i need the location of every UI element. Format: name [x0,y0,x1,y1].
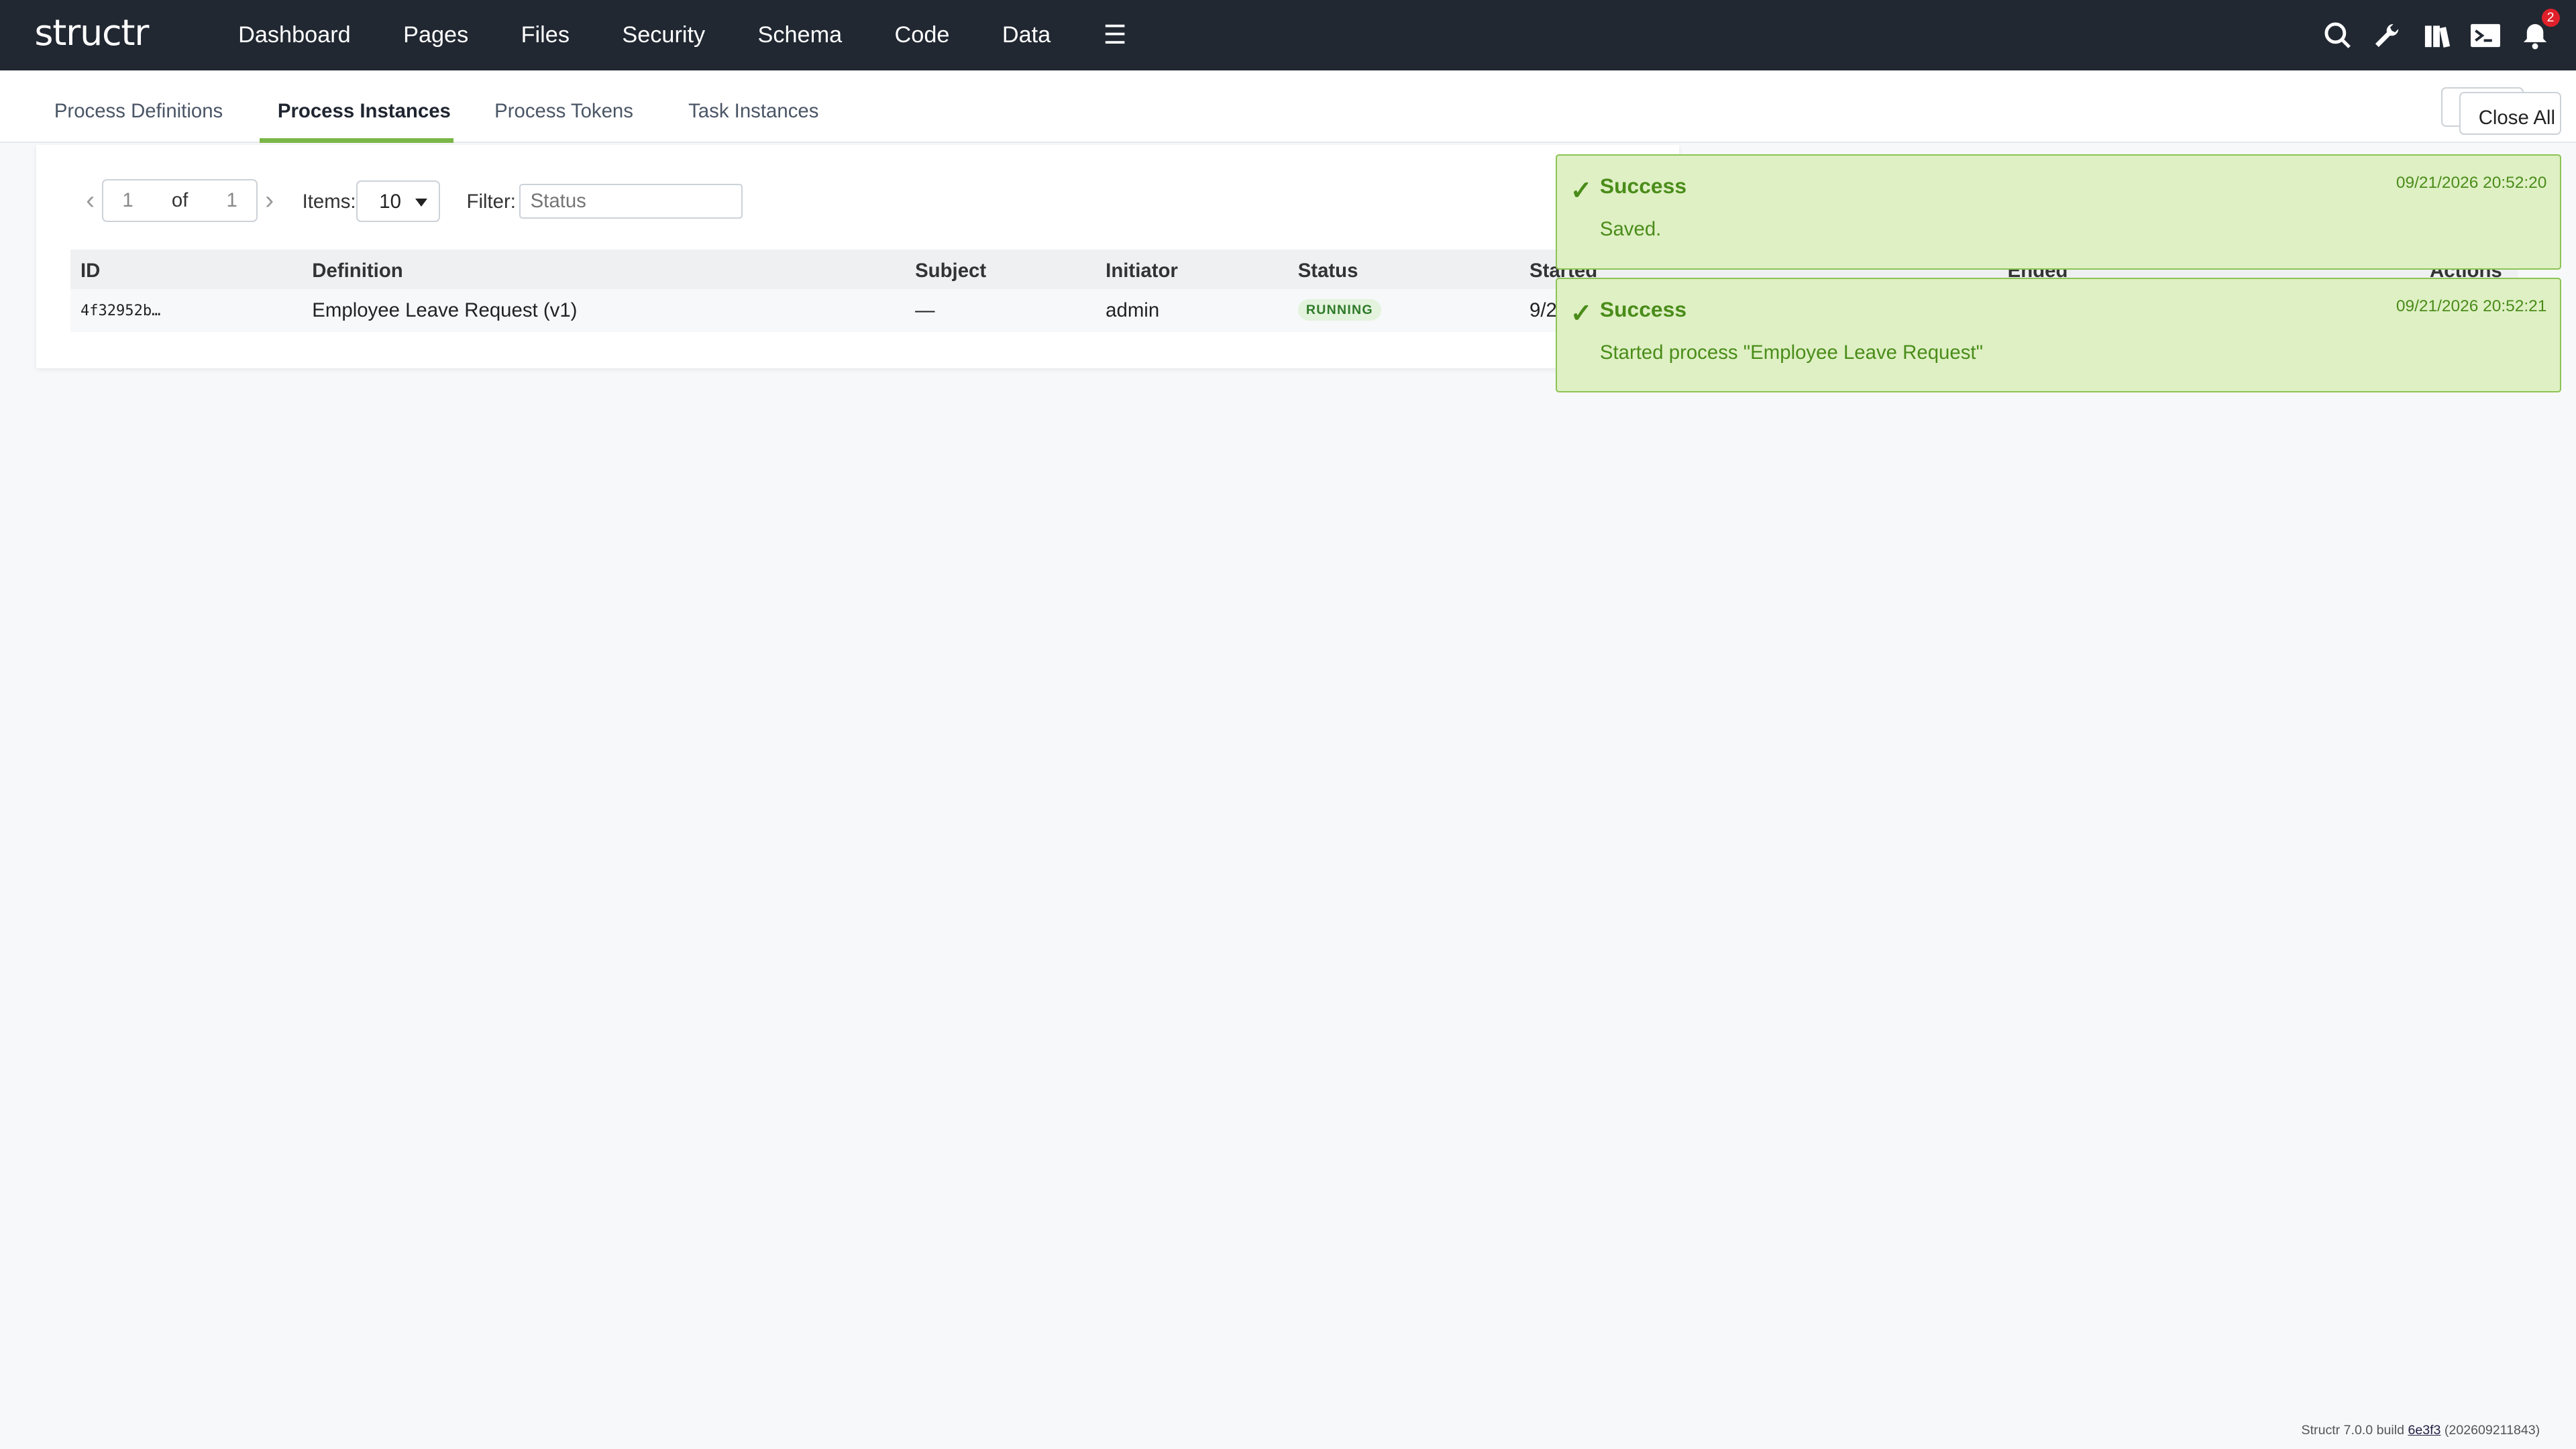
close-all-button[interactable]: Close All [2459,92,2561,135]
toast-time: 09/21/2026 20:52:20 [2396,174,2547,193]
toast-message: Started process "Employee Leave Request" [1599,341,1983,364]
success-toast[interactable]: ✓ Success 09/21/2026 20:52:20 Saved. [1556,154,2561,270]
footer-version: Structr 7.0.0 build 6e3f3 (202609211843) [2302,1423,2540,1438]
bell-icon[interactable]: 2 [2520,9,2560,50]
footer-prefix: Structr 7.0.0 build [2301,1422,2404,1438]
toast-message: Saved. [1599,218,1662,241]
structr-logo[interactable]: structr [34,11,149,54]
total-pages: 1 [226,189,237,211]
tab-process-definitions[interactable]: Process Definitions [54,100,223,123]
col-definition[interactable]: Definition [312,260,402,282]
tab-task-instances[interactable]: Task Instances [688,100,818,123]
toast-time: 09/21/2026 20:52:21 [2396,297,2547,315]
cell-id[interactable]: 4f32952b… [80,303,160,319]
active-tab-indicator [259,138,453,144]
nav-dashboard[interactable]: Dashboard [238,22,351,48]
items-per-page-select[interactable]: 10 [356,180,441,222]
process-subtabs: Process Definitions Process Instances Pr… [0,70,2576,144]
page-input[interactable]: 1 of 1 [101,178,258,222]
nav-schema[interactable]: Schema [757,22,842,48]
status-badge: RUNNING [1297,299,1382,321]
toast-title: Success [1599,174,1687,199]
items-per-page-value: 10 [379,190,401,213]
cell-definition: Employee Leave Request (v1) [312,299,578,321]
nav-files[interactable]: Files [521,22,570,48]
tab-process-tokens[interactable]: Process Tokens [494,100,633,123]
nav-data[interactable]: Data [1002,22,1051,48]
prev-page-icon[interactable]: ‹ [79,186,102,215]
top-right-icons: 2 [2323,0,2560,70]
wrench-icon[interactable] [2372,21,2402,50]
cell-subject: — [915,299,935,321]
hamburger-icon[interactable]: ☰ [1104,20,1127,50]
nav-pages[interactable]: Pages [403,22,468,48]
docs-icon[interactable] [2422,21,2451,50]
top-navigation-bar: structr Dashboard Pages Files Security S… [0,0,2576,71]
items-label: Items: [302,191,356,213]
check-icon: ✓ [1570,176,1593,205]
current-page: 1 [122,189,133,211]
cell-initiator: admin [1106,299,1160,321]
toast-title: Success [1599,297,1687,321]
search-icon[interactable] [2323,21,2353,50]
tab-process-instances[interactable]: Process Instances [278,100,451,123]
close-all-area: Close All [2441,87,2561,135]
col-id[interactable]: ID [80,260,100,282]
footer-suffix: (202609211843) [2444,1422,2540,1438]
build-link[interactable]: 6e3f3 [2408,1423,2440,1438]
pager: ‹ 1 of 1 › [79,178,281,222]
col-initiator[interactable]: Initiator [1106,260,1178,282]
page-of-label: of [171,189,189,211]
main-nav: Dashboard Pages Files Security Schema Co… [238,0,1127,70]
success-toast[interactable]: ✓ Success 09/21/2026 20:52:21 Started pr… [1556,277,2561,393]
col-status[interactable]: Status [1298,260,1358,282]
col-subject[interactable]: Subject [915,260,986,282]
status-filter-input[interactable] [519,184,743,219]
chevron-down-icon [415,198,428,207]
cell-started: 9/2 [1529,299,1557,321]
nav-code[interactable]: Code [895,22,950,48]
notification-badge: 2 [2541,9,2560,28]
nav-security[interactable]: Security [622,22,705,48]
terminal-icon[interactable] [2471,21,2501,50]
next-page-icon[interactable]: › [258,186,280,215]
check-icon: ✓ [1570,299,1593,329]
filter-label: Filter: [466,191,516,213]
